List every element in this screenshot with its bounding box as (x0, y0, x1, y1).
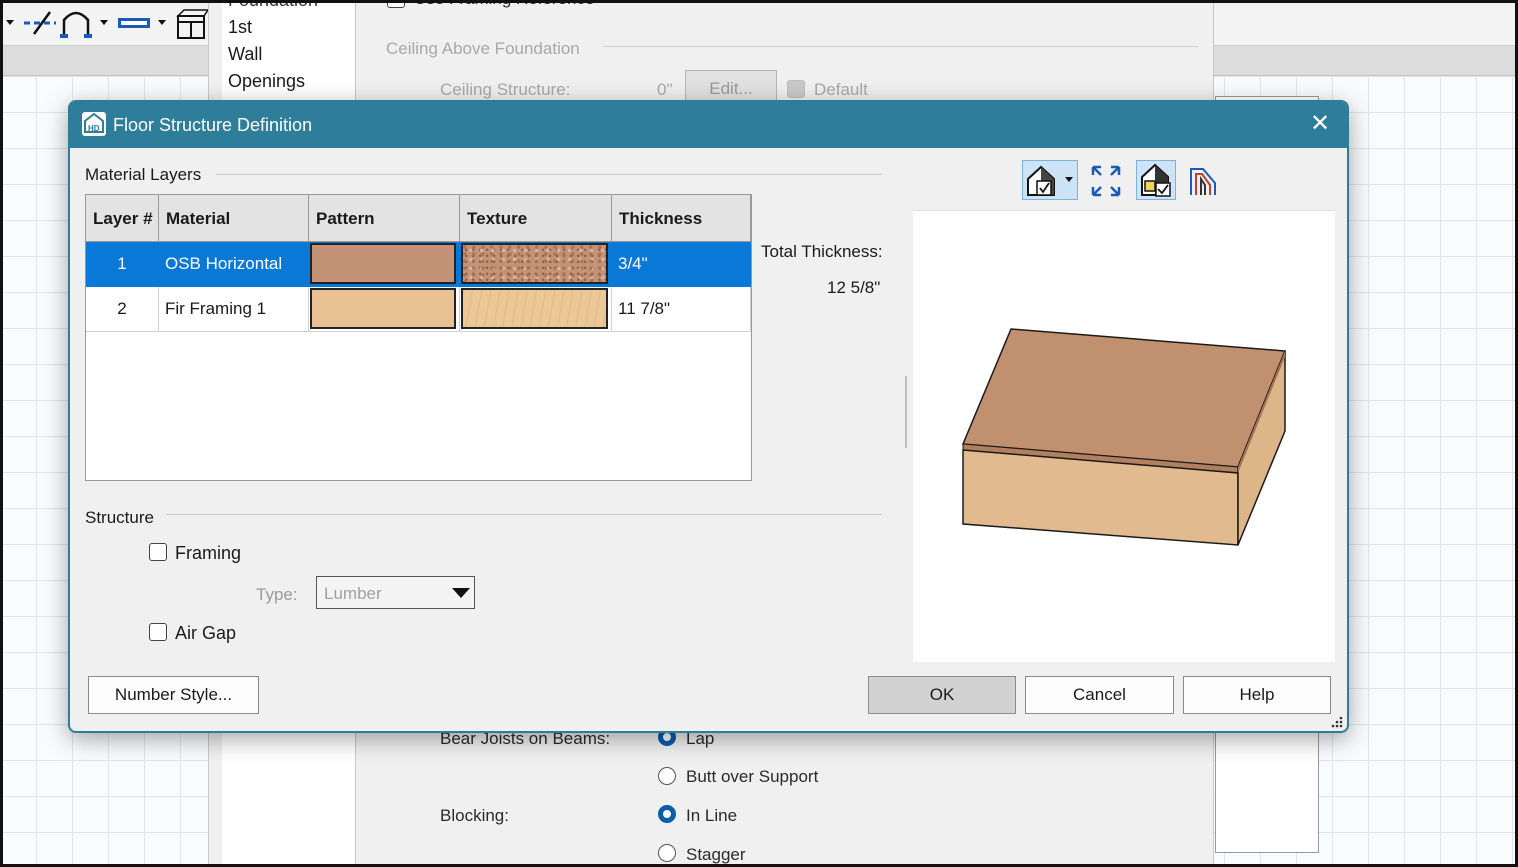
blocking-inline-radio[interactable] (658, 805, 676, 823)
column-header-thickness[interactable]: Thickness (612, 195, 751, 242)
material-layers-label: Material Layers (85, 165, 202, 184)
structure-separator (166, 514, 882, 515)
framing-type-select[interactable]: Lumber (316, 576, 475, 609)
view-options-icon (1027, 165, 1073, 196)
material-cell[interactable]: OSB Horizontal (159, 242, 309, 287)
ceiling-default-label: Default (814, 80, 868, 99)
structure-label: Structure (85, 508, 154, 527)
fill-window-button[interactable] (1088, 160, 1124, 200)
column-header-pattern[interactable]: Pattern (309, 195, 460, 242)
texture-cell[interactable] (460, 287, 612, 332)
close-icon[interactable]: ✕ (1305, 110, 1335, 140)
material-layers-separator (216, 174, 882, 175)
color-toggle-button[interactable] (1136, 160, 1176, 200)
3d-preview[interactable] (913, 210, 1335, 662)
air-gap-label: Air Gap (175, 623, 237, 643)
blocking-stagger-radio[interactable] (658, 844, 676, 862)
framing-type-value: Lumber (324, 584, 382, 603)
column-header-texture[interactable]: Texture (460, 195, 612, 242)
blocking-stagger-label: Stagger (686, 845, 746, 864)
ceiling-structure-value: 0" (657, 80, 673, 99)
column-header-material[interactable]: Material (159, 195, 309, 242)
pattern-swatch[interactable] (310, 288, 456, 329)
ok-button[interactable]: OK (868, 676, 1016, 714)
tree-item-wall[interactable]: Wall (228, 44, 262, 65)
air-gap-checkbox[interactable] (149, 623, 167, 641)
type-label: Type: (256, 585, 298, 604)
cabinet-tool-icon[interactable] (174, 8, 208, 40)
bear-butt-radio[interactable] (658, 767, 676, 785)
cancel-button[interactable]: Cancel (1025, 676, 1174, 714)
help-button[interactable]: Help (1183, 676, 1331, 714)
total-thickness-value: 12 5/8" (827, 278, 881, 297)
panel-splitter[interactable] (905, 376, 907, 448)
thickness-cell[interactable]: 11 7/8" (612, 287, 751, 332)
dialog-title: Floor Structure Definition (113, 115, 313, 135)
blocking-inline-label: In Line (686, 806, 738, 825)
beam-tool-icon[interactable] (116, 8, 172, 38)
dimension-tool-icon[interactable] (4, 8, 60, 38)
app-logo-icon: HD (82, 112, 106, 136)
fir-texture-swatch[interactable] (461, 288, 608, 329)
ceiling-structure-label: Ceiling Structure: (440, 80, 571, 99)
view-options-button[interactable] (1022, 160, 1078, 200)
pattern-cell[interactable] (309, 287, 460, 332)
number-style-button[interactable]: Number Style... (88, 676, 259, 714)
floor-preview-render (961, 328, 1287, 546)
material-cell[interactable]: Fir Framing 1 (159, 287, 309, 332)
resize-grip-icon[interactable] (1331, 716, 1343, 728)
total-thickness-label: Total Thickness: (761, 242, 883, 261)
layer-lines-icon (1190, 168, 1216, 195)
osb-texture-swatch[interactable] (461, 243, 608, 284)
tree-item-openings[interactable]: Openings (228, 71, 305, 92)
framing-checkbox[interactable] (149, 543, 167, 561)
ceiling-separator (603, 46, 1198, 47)
blocking-label: Blocking: (440, 806, 509, 825)
color-toggle-icon (1141, 163, 1171, 197)
framing-label: Framing (175, 543, 242, 563)
layer-lines-button[interactable] (1184, 160, 1224, 200)
ceiling-default-checkbox[interactable] (787, 80, 805, 98)
use-framing-reference-checkbox[interactable] (387, 0, 405, 8)
layer-number-cell[interactable]: 1 (86, 242, 159, 287)
pattern-swatch[interactable] (310, 243, 456, 284)
chevron-down-icon (452, 588, 470, 598)
layer-number-cell[interactable]: 2 (86, 287, 159, 332)
ceiling-above-foundation-heading: Ceiling Above Foundation (386, 39, 580, 58)
use-framing-reference-label: Use Framing Reference (414, 0, 594, 9)
floor-structure-dialog: HD Floor Structure Definition ✕ Material… (68, 100, 1349, 733)
pattern-cell[interactable] (309, 242, 460, 287)
arc-tool-icon[interactable] (60, 8, 114, 38)
layers-table: Layer # Material Pattern Texture Thickne… (85, 194, 752, 481)
dialog-titlebar[interactable]: HD Floor Structure Definition ✕ (70, 102, 1347, 148)
thickness-cell[interactable]: 3/4" (612, 242, 751, 287)
svg-text:HD: HD (88, 124, 100, 133)
texture-cell[interactable] (460, 242, 612, 287)
column-header-layer[interactable]: Layer # (86, 195, 159, 242)
fill-window-icon (1091, 165, 1121, 197)
tree-item-1st[interactable]: 1st (228, 17, 252, 38)
tree-item-foundation[interactable]: Foundation (228, 0, 318, 11)
bear-butt-label: Butt over Support (686, 767, 819, 786)
